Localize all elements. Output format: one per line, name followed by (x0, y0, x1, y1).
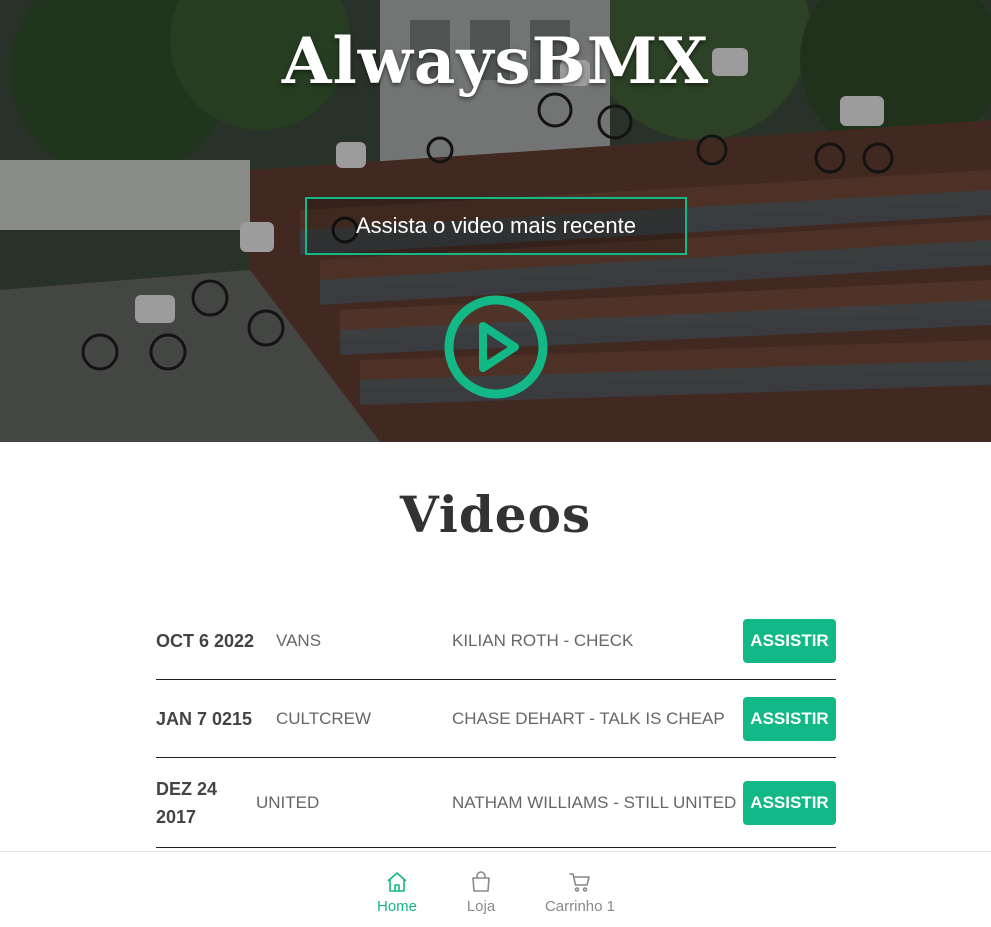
video-title: CHASE DEHART - TALK IS CHEAP (452, 708, 725, 728)
watch-button[interactable]: ASSISTIR (743, 780, 836, 825)
video-brand: VANS (276, 630, 322, 650)
video-brand: UNITED (256, 792, 320, 812)
videos-section-title: Videos (399, 485, 592, 544)
watch-button[interactable]: ASSISTIR (743, 696, 836, 741)
site-logo-title: AlwaysBMX (281, 24, 710, 99)
nav-label-cart: Carrinho 1 (544, 897, 616, 915)
nav-label-home: Home (376, 897, 417, 915)
latest-video-button[interactable]: Assista o video mais recente (305, 197, 687, 255)
nav-label-shop: Loja (466, 897, 496, 915)
bottom-navigation: Home Loja Carrinho 1 (0, 851, 991, 927)
video-title: KILIAN ROTH - CHECK (452, 630, 634, 650)
watch-button[interactable]: ASSISTIR (743, 618, 836, 663)
video-list: OCT 6 2022 VANS KILIAN ROTH - CHECK ASSI… (156, 602, 836, 848)
video-brand: CULTCREW (276, 708, 372, 728)
nav-item-cart[interactable]: Carrinho 1 (539, 852, 621, 927)
nav-item-shop[interactable]: Loja (458, 852, 504, 927)
hero-banner: AlwaysBMX Assista o video mais recente (0, 0, 991, 442)
video-row: JAN 7 0215 CULTCREW CHASE DEHART - TALK … (156, 680, 836, 758)
bag-icon (472, 870, 490, 892)
video-row: DEZ 24 2017 UNITED NATHAM WILLIAMS - STI… (156, 758, 836, 848)
video-date: OCT 6 2022 (156, 630, 255, 651)
nav-item-home[interactable]: Home (370, 852, 424, 927)
video-row: OCT 6 2022 VANS KILIAN ROTH - CHECK ASSI… (156, 602, 836, 680)
play-circle-icon[interactable] (443, 294, 549, 400)
home-icon (387, 871, 407, 892)
video-title: NATHAM WILLIAMS - STILL UNITED (452, 792, 737, 812)
video-date: DEZ 24 2017 (156, 778, 218, 827)
cart-icon (569, 872, 590, 892)
video-date: JAN 7 0215 (156, 708, 253, 729)
